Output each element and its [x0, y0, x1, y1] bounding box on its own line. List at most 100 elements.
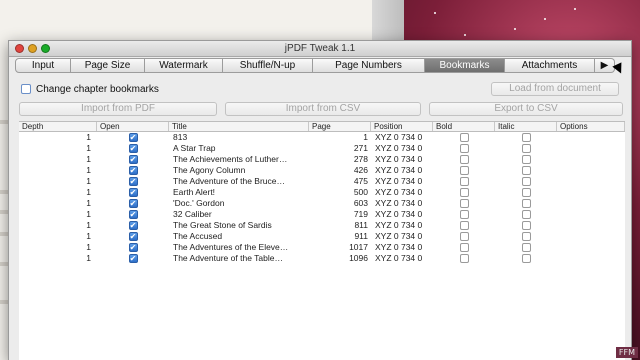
title-cell[interactable]: The Accused — [169, 231, 309, 242]
position-cell[interactable]: XYZ 0 734 0 — [371, 198, 433, 209]
bold-checkbox[interactable] — [459, 133, 469, 142]
column-header-depth[interactable]: Depth — [19, 122, 97, 131]
title-cell[interactable]: The Adventure of the Table… — [169, 253, 309, 264]
page-cell[interactable]: 811 — [309, 220, 371, 231]
page-cell[interactable]: 1096 — [309, 253, 371, 264]
options-cell[interactable] — [557, 220, 625, 231]
title-cell[interactable]: 32 Caliber — [169, 209, 309, 220]
import-from-csv-button[interactable]: Import from CSV — [225, 102, 421, 116]
options-cell[interactable] — [557, 209, 625, 220]
depth-cell[interactable]: 1 — [19, 220, 97, 231]
page-cell[interactable]: 1017 — [309, 242, 371, 253]
tab-input[interactable]: Input — [15, 58, 71, 73]
depth-cell[interactable]: 1 — [19, 176, 97, 187]
position-cell[interactable]: XYZ 0 734 0 — [371, 165, 433, 176]
options-cell[interactable] — [557, 231, 625, 242]
position-cell[interactable]: XYZ 0 734 0 — [371, 253, 433, 264]
bold-checkbox[interactable] — [459, 155, 469, 164]
position-cell[interactable]: XYZ 0 734 0 — [371, 220, 433, 231]
position-cell[interactable]: XYZ 0 734 0 — [371, 209, 433, 220]
import-from-pdf-button[interactable]: Import from PDF — [19, 102, 217, 116]
options-cell[interactable] — [557, 242, 625, 253]
bold-checkbox[interactable] — [459, 254, 469, 263]
italic-checkbox[interactable] — [521, 133, 531, 142]
page-cell[interactable]: 271 — [309, 143, 371, 154]
depth-cell[interactable]: 1 — [19, 209, 97, 220]
italic-checkbox[interactable] — [521, 155, 531, 164]
italic-checkbox[interactable] — [521, 232, 531, 241]
tab-bookmarks[interactable]: Bookmarks — [425, 58, 505, 73]
bold-checkbox[interactable] — [459, 166, 469, 175]
column-header-italic[interactable]: Italic — [495, 122, 557, 131]
depth-cell[interactable]: 1 — [19, 132, 97, 143]
table-row[interactable]: 1 ✔ The Adventure of the Bruce… 475 XYZ 0 73… — [19, 176, 625, 187]
position-cell[interactable]: XYZ 0 734 0 — [371, 187, 433, 198]
open-checkbox[interactable]: ✔ — [128, 232, 138, 241]
table-row[interactable]: 1 ✔ The Achievements of Luther… 278 XYZ 0 73… — [19, 154, 625, 165]
table-row[interactable]: 1 ✔ The Accused 911 XYZ 0 734 0 — [19, 231, 625, 242]
page-cell[interactable]: 475 — [309, 176, 371, 187]
options-cell[interactable] — [557, 253, 625, 264]
depth-cell[interactable]: 1 — [19, 231, 97, 242]
italic-checkbox[interactable] — [521, 243, 531, 252]
position-cell[interactable]: XYZ 0 734 0 — [371, 176, 433, 187]
open-checkbox[interactable]: ✔ — [128, 144, 138, 153]
change-bookmarks-checkbox[interactable] — [21, 84, 31, 94]
options-cell[interactable] — [557, 132, 625, 143]
depth-cell[interactable]: 1 — [19, 187, 97, 198]
table-row[interactable]: 1 ✔ The Adventure of the Table… 1096 XYZ 0 7… — [19, 253, 625, 264]
open-checkbox[interactable]: ✔ — [128, 155, 138, 164]
page-cell[interactable]: 278 — [309, 154, 371, 165]
table-row[interactable]: 1 ✔ The Adventures of the Eleve… 1017 XYZ 0 … — [19, 242, 625, 253]
open-checkbox[interactable]: ✔ — [128, 199, 138, 208]
title-cell[interactable]: The Agony Column — [169, 165, 309, 176]
tab-watermark[interactable]: Watermark — [145, 58, 223, 73]
table-row[interactable]: 1 ✔ 32 Caliber 719 XYZ 0 734 0 — [19, 209, 625, 220]
title-cell[interactable]: The Adventures of the Eleve… — [169, 242, 309, 253]
open-checkbox[interactable]: ✔ — [128, 177, 138, 186]
open-checkbox[interactable]: ✔ — [128, 254, 138, 263]
title-cell[interactable]: Earth Alert! — [169, 187, 309, 198]
table-row[interactable]: 1 ✔ 813 1 XYZ 0 734 0 — [19, 132, 625, 143]
options-cell[interactable] — [557, 154, 625, 165]
options-cell[interactable] — [557, 165, 625, 176]
italic-checkbox[interactable] — [521, 166, 531, 175]
italic-checkbox[interactable] — [521, 254, 531, 263]
italic-checkbox[interactable] — [521, 188, 531, 197]
open-checkbox[interactable]: ✔ — [128, 221, 138, 230]
bold-checkbox[interactable] — [459, 232, 469, 241]
open-checkbox[interactable]: ✔ — [128, 243, 138, 252]
options-cell[interactable] — [557, 143, 625, 154]
column-header-page[interactable]: Page — [309, 122, 371, 131]
bold-checkbox[interactable] — [459, 188, 469, 197]
tab-shuffle-nup[interactable]: Shuffle/N-up — [223, 58, 313, 73]
depth-cell[interactable]: 1 — [19, 253, 97, 264]
table-row[interactable]: 1 ✔ The Agony Column 426 XYZ 0 734 0 — [19, 165, 625, 176]
position-cell[interactable]: XYZ 0 734 0 — [371, 242, 433, 253]
options-cell[interactable] — [557, 198, 625, 209]
table-row[interactable]: 1 ✔ A Star Trap 271 XYZ 0 734 0 — [19, 143, 625, 154]
tab-attachments[interactable]: Attachments — [505, 58, 595, 73]
position-cell[interactable]: XYZ 0 734 0 — [371, 231, 433, 242]
title-cell[interactable]: The Adventure of the Bruce… — [169, 176, 309, 187]
bold-checkbox[interactable] — [459, 221, 469, 230]
italic-checkbox[interactable] — [521, 221, 531, 230]
tab-page-size[interactable]: Page Size — [71, 58, 145, 73]
italic-checkbox[interactable] — [521, 210, 531, 219]
change-bookmarks-row[interactable]: Change chapter bookmarks — [21, 83, 159, 95]
position-cell[interactable]: XYZ 0 734 0 — [371, 132, 433, 143]
title-bar[interactable]: jPDF Tweak 1.1 — [9, 41, 631, 57]
depth-cell[interactable]: 1 — [19, 143, 97, 154]
depth-cell[interactable]: 1 — [19, 165, 97, 176]
column-header-open[interactable]: Open — [97, 122, 169, 131]
title-cell[interactable]: The Achievements of Luther… — [169, 154, 309, 165]
export-to-csv-button[interactable]: Export to CSV — [429, 102, 623, 116]
italic-checkbox[interactable] — [521, 177, 531, 186]
bold-checkbox[interactable] — [459, 210, 469, 219]
tab-page-numbers[interactable]: Page Numbers — [313, 58, 425, 73]
column-header-bold[interactable]: Bold — [433, 122, 495, 131]
options-cell[interactable] — [557, 176, 625, 187]
position-cell[interactable]: XYZ 0 734 0 — [371, 154, 433, 165]
title-cell[interactable]: 'Doc.' Gordon — [169, 198, 309, 209]
page-cell[interactable]: 1 — [309, 132, 371, 143]
